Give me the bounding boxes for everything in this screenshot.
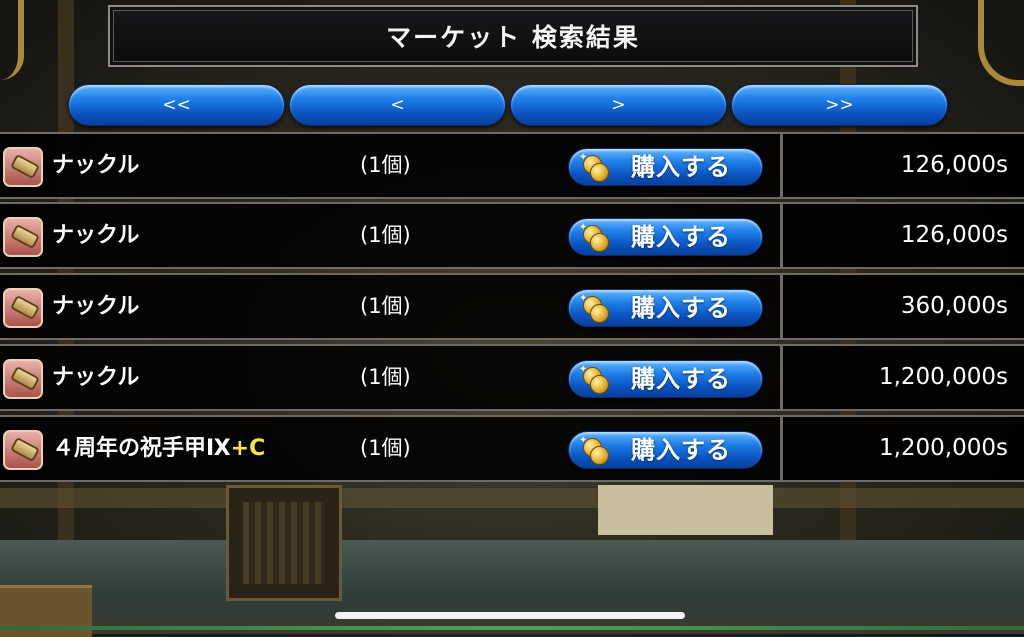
item-grade-suffix: +C — [230, 436, 266, 461]
last-page-button[interactable]: >> — [731, 84, 948, 126]
item-name: ナックル — [52, 153, 140, 178]
wooden-beam — [0, 488, 1024, 508]
item-name: ナックル — [52, 223, 140, 248]
item-name: ナックル — [52, 365, 140, 390]
coin-icon: ✦ — [579, 293, 609, 323]
buy-button-label: 購入する — [631, 153, 731, 181]
list-item: ナックル (1個) ✦ 購入する 1,200,000s — [0, 344, 1024, 411]
ornament-right — [978, 0, 1024, 86]
item-quantity: (1個) — [360, 153, 411, 177]
wall-poster — [226, 485, 342, 601]
item-quantity: (1個) — [360, 365, 411, 389]
buy-button[interactable]: ✦ 購入する — [568, 289, 763, 327]
item-quantity: (1個) — [360, 223, 411, 247]
coin-icon: ✦ — [579, 152, 609, 182]
item-price: 1,200,000s — [878, 435, 1008, 461]
ornament-left — [0, 0, 24, 80]
knuckle-icon — [3, 217, 43, 257]
coin-icon: ✦ — [579, 364, 609, 394]
title-bar: マーケット 検索結果 — [108, 5, 918, 67]
item-quantity: (1個) — [360, 436, 411, 460]
home-indicator[interactable] — [335, 612, 685, 619]
coin-icon: ✦ — [579, 435, 609, 465]
wall-sign — [598, 485, 773, 535]
item-name: ナックル — [52, 294, 140, 319]
buy-button[interactable]: ✦ 購入する — [568, 431, 763, 469]
item-price: 360,000s — [900, 293, 1008, 319]
knuckle-icon — [3, 147, 43, 187]
item-name: ４周年の祝手甲Ⅸ+C — [52, 436, 266, 461]
buy-button[interactable]: ✦ 購入する — [568, 218, 763, 256]
list-item: ナックル (1個) ✦ 購入する 126,000s — [0, 132, 1024, 199]
buy-button[interactable]: ✦ 購入する — [568, 148, 763, 186]
item-price: 1,200,000s — [878, 364, 1008, 390]
buy-button[interactable]: ✦ 購入する — [568, 360, 763, 398]
floor — [0, 540, 1024, 634]
bottom-edge — [0, 626, 1024, 630]
list-item: ナックル (1個) ✦ 購入する 360,000s — [0, 273, 1024, 340]
item-quantity: (1個) — [360, 294, 411, 318]
first-page-button[interactable]: << — [68, 84, 285, 126]
buy-button-label: 購入する — [631, 365, 731, 393]
item-price: 126,000s — [900, 222, 1008, 248]
coin-icon: ✦ — [579, 222, 609, 252]
knuckle-icon — [3, 430, 43, 470]
item-price: 126,000s — [900, 152, 1008, 178]
knuckle-icon — [3, 359, 43, 399]
knuckle-icon — [3, 288, 43, 328]
buy-button-label: 購入する — [631, 294, 731, 322]
buy-button-label: 購入する — [631, 436, 731, 464]
buy-button-label: 購入する — [631, 223, 731, 251]
pagination: << < > >> — [68, 84, 948, 126]
list-item: ナックル (1個) ✦ 購入する 126,000s — [0, 202, 1024, 269]
page-title: マーケット 検索結果 — [386, 23, 640, 52]
prev-page-button[interactable]: < — [289, 84, 506, 126]
next-page-button[interactable]: > — [510, 84, 727, 126]
list-item: ４周年の祝手甲Ⅸ+C (1個) ✦ 購入する 1,200,000s — [0, 415, 1024, 482]
